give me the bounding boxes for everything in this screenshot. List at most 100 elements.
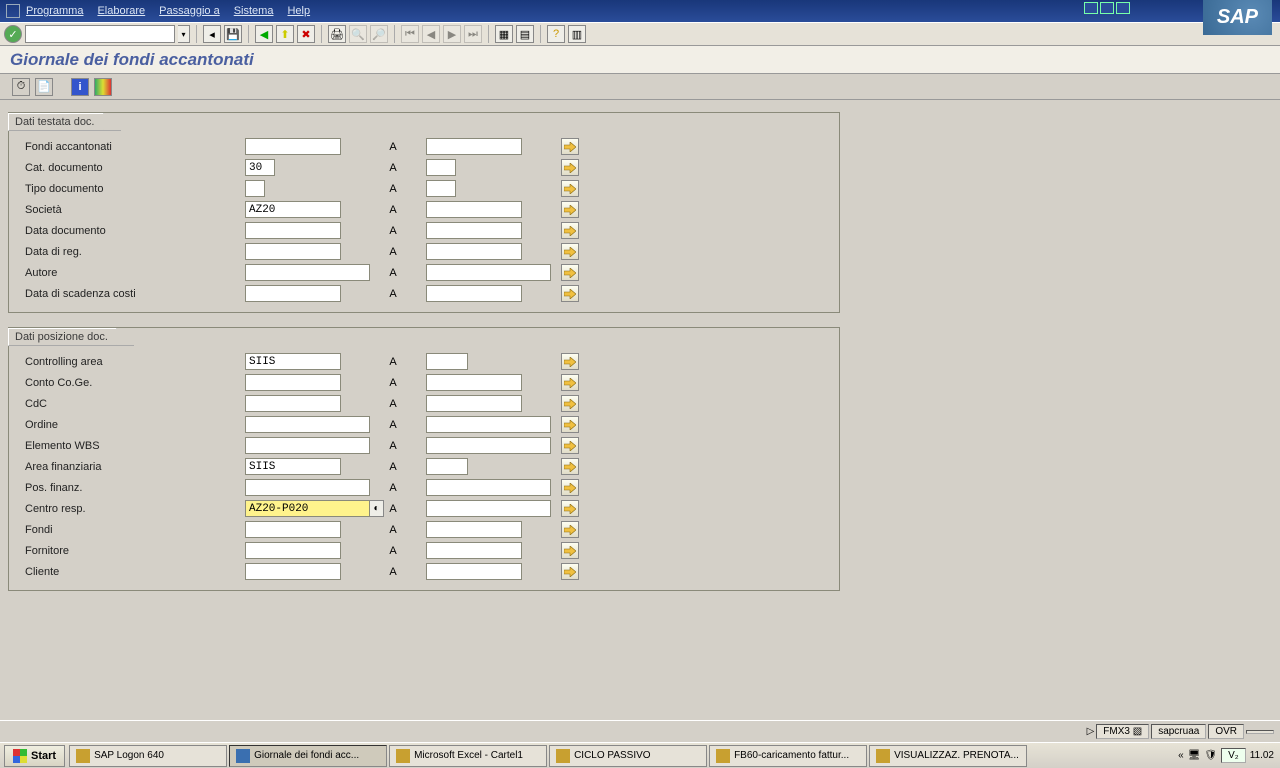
centro_resp-to-input[interactable] bbox=[426, 500, 551, 517]
multiple-selection-icon[interactable] bbox=[561, 353, 579, 370]
menu-passaggio-a[interactable]: Passaggio a bbox=[159, 5, 220, 17]
multiple-selection-icon[interactable] bbox=[561, 159, 579, 176]
multiple-selection-icon[interactable] bbox=[561, 479, 579, 496]
menu-help[interactable]: Help bbox=[287, 5, 310, 17]
minimize-icon[interactable] bbox=[1084, 2, 1098, 14]
taskbar-item[interactable]: VISUALIZZAZ. PRENOTA... bbox=[869, 745, 1027, 767]
execute-icon[interactable]: ⏱ bbox=[12, 78, 30, 96]
taskbar-item[interactable]: Giornale dei fondi acc... bbox=[229, 745, 387, 767]
autore-to-input[interactable] bbox=[426, 264, 551, 281]
f4-help-icon[interactable]: ◐ bbox=[370, 500, 384, 517]
fornitore-from-input[interactable] bbox=[245, 542, 341, 559]
save-button[interactable]: 💾 bbox=[224, 25, 242, 43]
restore-icon[interactable] bbox=[1100, 2, 1114, 14]
data_di_reg-from-input[interactable] bbox=[245, 243, 341, 260]
layout-icon[interactable]: ▥ bbox=[568, 25, 586, 43]
prev-page-icon[interactable]: ◀ bbox=[422, 25, 440, 43]
find-icon[interactable]: 🔍 bbox=[349, 25, 367, 43]
taskbar-item[interactable]: FB60-caricamento fattur... bbox=[709, 745, 867, 767]
data_di_reg-to-input[interactable] bbox=[426, 243, 522, 260]
tipo_documento-to-input[interactable] bbox=[426, 180, 456, 197]
help-icon[interactable]: ? bbox=[547, 25, 565, 43]
elemento_wbs-to-input[interactable] bbox=[426, 437, 551, 454]
cliente-from-input[interactable] bbox=[245, 563, 341, 580]
societa-to-input[interactable] bbox=[426, 201, 522, 218]
data_scadenza-from-input[interactable] bbox=[245, 285, 341, 302]
tray-shield-icon[interactable]: 🛡 bbox=[1204, 750, 1217, 761]
multiple-selection-icon[interactable] bbox=[561, 264, 579, 281]
multiple-selection-icon[interactable] bbox=[561, 521, 579, 538]
menu-sistema[interactable]: Sistema bbox=[234, 5, 274, 17]
multiple-selection-icon[interactable] bbox=[561, 374, 579, 391]
conto_coge-to-input[interactable] bbox=[426, 374, 522, 391]
cliente-to-input[interactable] bbox=[426, 563, 522, 580]
info-icon[interactable]: i bbox=[71, 78, 89, 96]
data_scadenza-to-input[interactable] bbox=[426, 285, 522, 302]
fondi-to-input[interactable] bbox=[426, 521, 522, 538]
back-button[interactable]: ◂ bbox=[203, 25, 221, 43]
fornitore-to-input[interactable] bbox=[426, 542, 522, 559]
multiple-selection-icon[interactable] bbox=[561, 243, 579, 260]
cat_documento-to-input[interactable] bbox=[426, 159, 456, 176]
multiple-selection-icon[interactable] bbox=[561, 437, 579, 454]
ordine-from-input[interactable] bbox=[245, 416, 370, 433]
exit-icon[interactable]: ⬆ bbox=[276, 25, 294, 43]
fondi-from-input[interactable] bbox=[245, 521, 341, 538]
data_documento-from-input[interactable] bbox=[245, 222, 341, 239]
enter-button[interactable]: ✓ bbox=[4, 25, 22, 43]
new-session-icon[interactable]: ▦ bbox=[495, 25, 513, 43]
tray-network-icon[interactable]: 🖥 bbox=[1188, 750, 1201, 761]
tray-lang-icon[interactable]: V₂ bbox=[1221, 748, 1246, 763]
conto_coge-from-input[interactable] bbox=[245, 374, 341, 391]
ordine-to-input[interactable] bbox=[426, 416, 551, 433]
command-field[interactable] bbox=[25, 25, 175, 43]
pos_finanz-to-input[interactable] bbox=[426, 479, 551, 496]
multiple-selection-icon[interactable] bbox=[561, 395, 579, 412]
data_documento-to-input[interactable] bbox=[426, 222, 522, 239]
fondi_accantonati-to-input[interactable] bbox=[426, 138, 522, 155]
centro_resp-from-input[interactable] bbox=[245, 500, 370, 517]
taskbar-item[interactable]: CICLO PASSIVO bbox=[549, 745, 707, 767]
elemento_wbs-from-input[interactable] bbox=[245, 437, 370, 454]
menu-programma[interactable]: Programma bbox=[26, 5, 83, 17]
cancel-icon[interactable]: ✖ bbox=[297, 25, 315, 43]
print-icon[interactable]: 🖨 bbox=[328, 25, 346, 43]
pos_finanz-from-input[interactable] bbox=[245, 479, 370, 496]
cdc-from-input[interactable] bbox=[245, 395, 341, 412]
societa-from-input[interactable] bbox=[245, 201, 341, 218]
multiple-selection-icon[interactable] bbox=[561, 500, 579, 517]
cdc-to-input[interactable] bbox=[426, 395, 522, 412]
start-button[interactable]: Start bbox=[4, 745, 65, 767]
get-variant-icon[interactable]: 📄 bbox=[35, 78, 53, 96]
area_finanziaria-from-input[interactable] bbox=[245, 458, 341, 475]
system-menu-icon[interactable] bbox=[6, 4, 20, 18]
tipo_documento-from-input[interactable] bbox=[245, 180, 265, 197]
multiple-selection-icon[interactable] bbox=[561, 222, 579, 239]
taskbar-item[interactable]: SAP Logon 640 bbox=[69, 745, 227, 767]
taskbar-item[interactable]: Microsoft Excel - Cartel1 bbox=[389, 745, 547, 767]
selection-options-icon[interactable] bbox=[94, 78, 112, 96]
autore-from-input[interactable] bbox=[245, 264, 370, 281]
controlling_area-from-input[interactable] bbox=[245, 353, 341, 370]
cat_documento-from-input[interactable] bbox=[245, 159, 275, 176]
last-page-icon[interactable]: ⏭ bbox=[464, 25, 482, 43]
first-page-icon[interactable]: ⏮ bbox=[401, 25, 419, 43]
fondi_accantonati-from-input[interactable] bbox=[245, 138, 341, 155]
back-icon[interactable]: ◀ bbox=[255, 25, 273, 43]
controlling_area-to-input[interactable] bbox=[426, 353, 468, 370]
multiple-selection-icon[interactable] bbox=[561, 416, 579, 433]
area_finanziaria-to-input[interactable] bbox=[426, 458, 468, 475]
next-page-icon[interactable]: ▶ bbox=[443, 25, 461, 43]
multiple-selection-icon[interactable] bbox=[561, 458, 579, 475]
multiple-selection-icon[interactable] bbox=[561, 138, 579, 155]
shortcut-icon[interactable]: ▤ bbox=[516, 25, 534, 43]
command-history-icon[interactable]: ▾ bbox=[178, 25, 190, 43]
multiple-selection-icon[interactable] bbox=[561, 542, 579, 559]
multiple-selection-icon[interactable] bbox=[561, 180, 579, 197]
multiple-selection-icon[interactable] bbox=[561, 201, 579, 218]
menu-elaborare[interactable]: Elaborare bbox=[97, 5, 145, 17]
find-next-icon[interactable]: 🔎 bbox=[370, 25, 388, 43]
multiple-selection-icon[interactable] bbox=[561, 285, 579, 302]
multiple-selection-icon[interactable] bbox=[561, 563, 579, 580]
close-icon[interactable] bbox=[1116, 2, 1130, 14]
